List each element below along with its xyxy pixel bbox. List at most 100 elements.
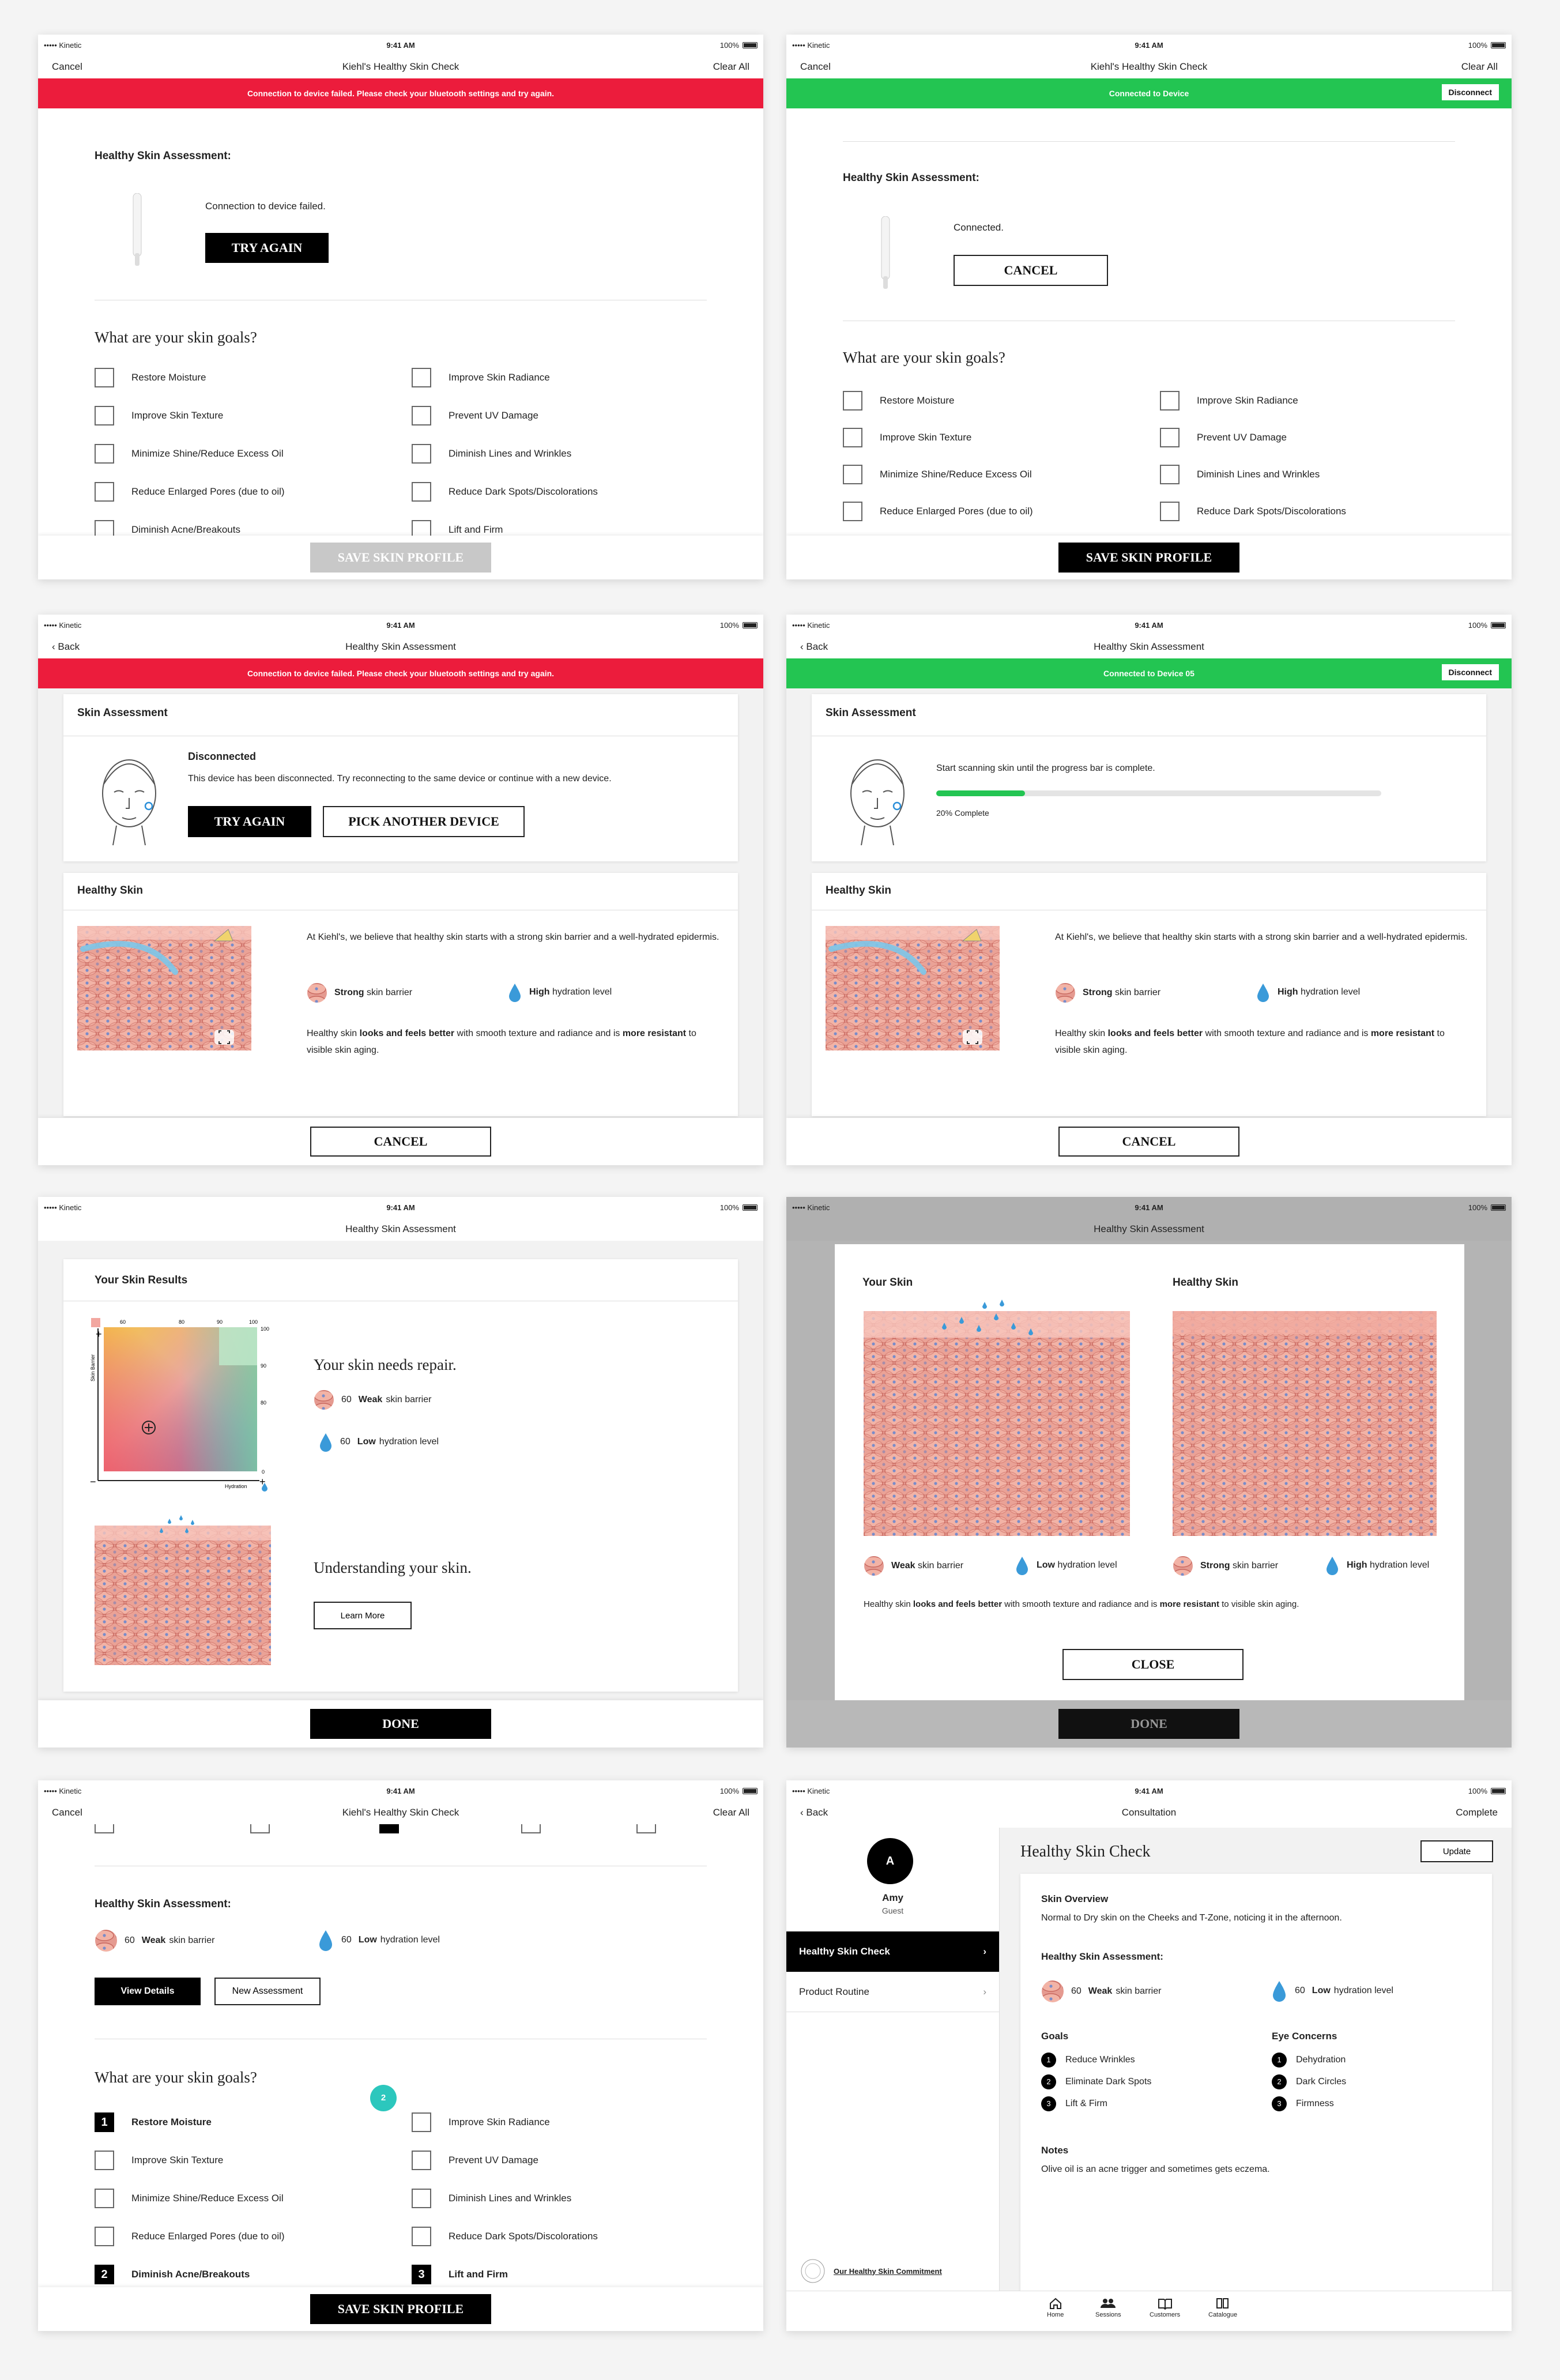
try-again-button[interactable]: TRY AGAIN <box>205 233 329 263</box>
save-skin-profile-button[interactable]: SAVE SKIN PROFILE <box>310 2294 491 2324</box>
battery-percent: 100% <box>1468 620 1487 630</box>
goal-item[interactable]: Prevent UV Damage <box>412 2151 706 2170</box>
commitment-link[interactable]: Our Healthy Skin Commitment <box>800 2258 942 2284</box>
checkbox[interactable] <box>843 428 862 447</box>
pick-another-device-button[interactable]: PICK ANOTHER DEVICE <box>323 806 525 837</box>
goal-item-selected[interactable]: 1 Restore Moisture <box>95 2112 389 2132</box>
goal-item[interactable]: Prevent UV Damage <box>1160 428 1454 447</box>
checkbox[interactable] <box>843 502 862 521</box>
goal-item[interactable]: Improve Skin Texture <box>95 406 389 425</box>
cancel-link[interactable]: Cancel <box>800 61 831 73</box>
tab-catalogue[interactable]: Catalogue <box>1208 2297 1237 2318</box>
goal-item[interactable]: Restore Moisture <box>843 391 1137 411</box>
checkbox[interactable] <box>843 391 862 411</box>
cancel-link[interactable]: Cancel <box>52 61 82 73</box>
goal-item[interactable]: Reduce Enlarged Pores (due to oil) <box>95 482 389 502</box>
goal-item[interactable]: Minimize Shine/Reduce Excess Oil <box>95 444 389 464</box>
checkbox[interactable] <box>1160 428 1180 447</box>
tick-label: 80 <box>261 1400 266 1406</box>
checkbox[interactable] <box>412 2151 431 2170</box>
cancel-link[interactable]: Cancel <box>52 1807 82 1818</box>
checkbox[interactable] <box>412 368 431 387</box>
back-link[interactable]: ‹ Back <box>800 641 828 653</box>
try-again-button[interactable]: TRY AGAIN <box>188 806 311 837</box>
done-button[interactable]: DONE <box>310 1709 491 1739</box>
goal-item[interactable]: Reduce Dark Spots/Discolorations <box>1160 502 1454 521</box>
goal-item-selected[interactable]: 3 Lift and Firm <box>412 2265 706 2284</box>
checkbox[interactable] <box>843 465 862 484</box>
goal-item[interactable]: Improve Skin Texture <box>843 428 1137 447</box>
new-assessment-button[interactable]: New Assessment <box>214 1978 321 2005</box>
checkbox-ranked[interactable]: 2 <box>95 2265 114 2284</box>
clear-all-link[interactable]: Clear All <box>713 61 749 73</box>
checkbox-ranked[interactable]: 1 <box>95 2112 114 2132</box>
done-button[interactable]: DONE <box>1058 1709 1239 1739</box>
disconnect-button[interactable]: Disconnect <box>1441 664 1499 680</box>
skin-barrier-icon <box>1042 1980 1064 2002</box>
checkbox[interactable] <box>95 482 114 502</box>
water-drop-icon <box>320 1433 331 1452</box>
cancel-button[interactable]: CANCEL <box>954 255 1108 286</box>
goal-item[interactable]: Diminish Lines and Wrinkles <box>412 2189 706 2208</box>
checkbox[interactable] <box>95 2151 114 2170</box>
tab-customers[interactable]: Customers <box>1150 2297 1180 2318</box>
skin-assessment-card: Skin Assessment Disconnected This device… <box>63 694 738 861</box>
close-button[interactable]: CLOSE <box>1062 1649 1244 1680</box>
battery-icon <box>743 1204 758 1211</box>
sidebar-item-healthy-skin-check[interactable]: Healthy Skin Check › <box>786 1931 999 1972</box>
weak-barrier-label: Weak skin barrier <box>864 1556 963 1576</box>
barrier-result: 60 Weak skin barrier <box>1041 1980 1161 2003</box>
checkbox[interactable] <box>412 2112 431 2132</box>
disconnect-button[interactable]: Disconnect <box>1441 84 1499 100</box>
clear-all-link[interactable]: Clear All <box>713 1807 749 1818</box>
goals-title: What are your skin goals? <box>95 2069 257 2086</box>
sidebar-item-product-routine[interactable]: Product Routine › <box>786 1972 999 2012</box>
status-bar: ••••• Kinetic 9:41 AM 100% <box>786 1197 1512 1218</box>
learn-more-button[interactable]: Learn More <box>314 1602 412 1629</box>
goal-item[interactable]: Diminish Lines and Wrinkles <box>412 444 706 464</box>
tab-home[interactable]: Home <box>1047 2297 1064 2318</box>
goal-item[interactable]: Reduce Dark Spots/Discolorations <box>412 482 706 502</box>
checkbox[interactable] <box>95 444 114 464</box>
goal-item[interactable]: Improve Skin Radiance <box>412 2112 706 2132</box>
goal-item[interactable]: Reduce Enlarged Pores (due to oil) <box>843 502 1137 521</box>
checkbox[interactable] <box>412 406 431 425</box>
checkbox[interactable] <box>95 2227 114 2246</box>
complete-link[interactable]: Complete <box>1456 1807 1498 1818</box>
checkbox[interactable] <box>412 482 431 502</box>
back-link[interactable]: ‹ Back <box>52 641 80 653</box>
checkbox[interactable] <box>95 2189 114 2208</box>
skin-assessment-card: Skin Assessment Start scanning skin unti… <box>812 694 1486 861</box>
checkbox[interactable] <box>1160 465 1180 484</box>
clear-all-link[interactable]: Clear All <box>1461 61 1498 73</box>
tab-sessions[interactable]: Sessions <box>1095 2297 1121 2318</box>
goal-item[interactable]: Improve Skin Radiance <box>1160 391 1454 411</box>
checkbox[interactable] <box>412 444 431 464</box>
checkbox[interactable] <box>95 406 114 425</box>
goal-item[interactable]: Reduce Enlarged Pores (due to oil) <box>95 2227 389 2246</box>
goal-item[interactable]: Improve Skin Radiance <box>412 368 706 387</box>
checkbox[interactable] <box>1160 502 1180 521</box>
cancel-button[interactable]: CANCEL <box>310 1127 491 1157</box>
checkbox[interactable] <box>95 368 114 387</box>
footer: DONE <box>786 1700 1512 1748</box>
checkbox-ranked[interactable]: 3 <box>412 2265 431 2284</box>
checkbox[interactable] <box>412 2227 431 2246</box>
goal-item[interactable]: Improve Skin Texture <box>95 2151 389 2170</box>
save-skin-profile-button[interactable]: SAVE SKIN PROFILE <box>310 543 491 573</box>
goal-item-selected[interactable]: 2 Diminish Acne/Breakouts <box>95 2265 389 2284</box>
goal-item[interactable]: Minimize Shine/Reduce Excess Oil <box>95 2189 389 2208</box>
cancel-button[interactable]: CANCEL <box>1058 1127 1239 1157</box>
back-link[interactable]: ‹ Back <box>800 1807 828 1818</box>
seal-icon <box>801 2259 825 2283</box>
goal-item[interactable]: Prevent UV Damage <box>412 406 706 425</box>
view-details-button[interactable]: View Details <box>95 1978 201 2005</box>
goal-item[interactable]: Diminish Lines and Wrinkles <box>1160 465 1454 484</box>
update-button[interactable]: Update <box>1420 1840 1493 1862</box>
save-skin-profile-button[interactable]: SAVE SKIN PROFILE <box>1058 543 1239 573</box>
goal-item[interactable]: Reduce Dark Spots/Discolorations <box>412 2227 706 2246</box>
goal-item[interactable]: Minimize Shine/Reduce Excess Oil <box>843 465 1137 484</box>
checkbox[interactable] <box>412 2189 431 2208</box>
goal-item[interactable]: Restore Moisture <box>95 368 389 387</box>
checkbox[interactable] <box>1160 391 1180 411</box>
